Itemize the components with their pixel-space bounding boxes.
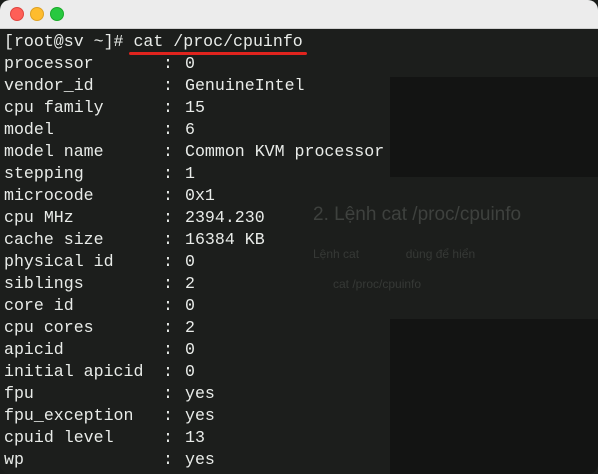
cpuinfo-key: cpu family bbox=[4, 98, 104, 117]
close-window-button[interactable] bbox=[10, 7, 24, 21]
terminal-window: 2. Lệnh cat /proc/cpuinfo Lệnh cat dùng … bbox=[0, 0, 598, 474]
colon-separator: : bbox=[163, 120, 173, 139]
colon-separator: : bbox=[163, 362, 173, 381]
colon-separator: : bbox=[163, 98, 173, 117]
colon-separator: : bbox=[163, 142, 173, 161]
command-text: cat /proc/cpuinfo bbox=[133, 32, 303, 51]
cpuinfo-key: initial apicid bbox=[4, 362, 144, 381]
cpuinfo-row: model:6 bbox=[4, 119, 384, 141]
colon-separator: : bbox=[163, 450, 173, 469]
cpuinfo-rows: processor:0 vendor_id: GenuineIntel cpu fam… bbox=[4, 53, 384, 471]
cpuinfo-row: processor:0 bbox=[4, 53, 384, 75]
cpuinfo-value: 0 bbox=[185, 252, 195, 271]
terminal-lines: [root@sv ~]# cat /proc/cpuinfo processor… bbox=[4, 31, 384, 471]
colon-separator: : bbox=[163, 76, 173, 95]
cpuinfo-row: fpu_exception: yes bbox=[4, 405, 384, 427]
cpuinfo-row: cpu MHz:2394.230 bbox=[4, 207, 384, 229]
colon-separator: : bbox=[163, 230, 173, 249]
cpuinfo-key: fpu_exception bbox=[4, 406, 134, 425]
cpuinfo-value: yes bbox=[185, 384, 215, 403]
cpuinfo-row: siblings:2 bbox=[4, 273, 384, 295]
cpuinfo-row: core id:0 bbox=[4, 295, 384, 317]
cpuinfo-key: model name bbox=[4, 142, 104, 161]
shell-prompt: [root@sv ~]# bbox=[4, 32, 134, 51]
cpuinfo-value: 6 bbox=[185, 120, 195, 139]
cpuinfo-value: yes bbox=[185, 450, 215, 469]
cpuinfo-value: 0 bbox=[185, 362, 195, 381]
minimize-window-button[interactable] bbox=[30, 7, 44, 21]
cpuinfo-row: cache size:16384 KB bbox=[4, 229, 384, 251]
colon-separator: : bbox=[163, 164, 173, 183]
cpuinfo-row: wp: yes bbox=[4, 449, 384, 471]
cpuinfo-key: cpu cores bbox=[4, 318, 94, 337]
colon-separator: : bbox=[163, 340, 173, 359]
cpuinfo-value: 15 bbox=[185, 98, 205, 117]
cpuinfo-value: 0x1 bbox=[185, 186, 215, 205]
cpuinfo-row: initial apicid:0 bbox=[4, 361, 384, 383]
cpuinfo-key: cpu MHz bbox=[4, 208, 74, 227]
cpuinfo-key: fpu bbox=[4, 384, 34, 403]
colon-separator: : bbox=[163, 252, 173, 271]
cpuinfo-row: model name: Common KVM processor bbox=[4, 141, 384, 163]
prompt-line: [root@sv ~]# cat /proc/cpuinfo bbox=[4, 31, 384, 55]
cpuinfo-row: apicid:0 bbox=[4, 339, 384, 361]
cpuinfo-value: 2 bbox=[185, 274, 195, 293]
colon-separator: : bbox=[163, 406, 173, 425]
terminal-output[interactable]: 2. Lệnh cat /proc/cpuinfo Lệnh cat dùng … bbox=[0, 29, 598, 474]
cpuinfo-key: siblings bbox=[4, 274, 84, 293]
cpuinfo-row: cpu family:15 bbox=[4, 97, 384, 119]
colon-separator: : bbox=[163, 384, 173, 403]
cpuinfo-key: microcode bbox=[4, 186, 94, 205]
cpuinfo-value: 13 bbox=[185, 428, 205, 447]
cpuinfo-row: stepping:1 bbox=[4, 163, 384, 185]
colon-separator: : bbox=[163, 428, 173, 447]
cpuinfo-key: cache size bbox=[4, 230, 104, 249]
cpuinfo-value: 16384 KB bbox=[185, 230, 265, 249]
cpuinfo-value: 0 bbox=[185, 54, 195, 73]
colon-separator: : bbox=[163, 274, 173, 293]
cpuinfo-row: fpu: yes bbox=[4, 383, 384, 405]
colon-separator: : bbox=[163, 186, 173, 205]
cpuinfo-row: physical id:0 bbox=[4, 251, 384, 273]
typed-command: cat /proc/cpuinfo bbox=[129, 31, 307, 55]
cpuinfo-row: cpu cores:2 bbox=[4, 317, 384, 339]
cpuinfo-value: GenuineIntel bbox=[185, 76, 305, 95]
cpuinfo-key: stepping bbox=[4, 164, 84, 183]
cpuinfo-value: 1 bbox=[185, 164, 195, 183]
colon-separator: : bbox=[163, 54, 173, 73]
cpuinfo-key: physical id bbox=[4, 252, 114, 271]
cpuinfo-key: wp bbox=[4, 450, 24, 469]
cpuinfo-value: Common KVM processor bbox=[185, 142, 385, 161]
cpuinfo-row: cpuid level:13 bbox=[4, 427, 384, 449]
colon-separator: : bbox=[163, 318, 173, 337]
cpuinfo-key: cpuid level bbox=[4, 428, 114, 447]
cpuinfo-key: processor bbox=[4, 54, 94, 73]
red-underline-highlight bbox=[129, 52, 307, 55]
cpuinfo-value: 2 bbox=[185, 318, 195, 337]
title-bar bbox=[0, 0, 598, 29]
maximize-window-button[interactable] bbox=[50, 7, 64, 21]
cpuinfo-value: 2394.230 bbox=[185, 208, 265, 227]
colon-separator: : bbox=[163, 208, 173, 227]
cpuinfo-key: model bbox=[4, 120, 54, 139]
cpuinfo-row: vendor_id: GenuineIntel bbox=[4, 75, 384, 97]
cpuinfo-key: core id bbox=[4, 296, 74, 315]
colon-separator: : bbox=[163, 296, 173, 315]
cpuinfo-row: microcode:0x1 bbox=[4, 185, 384, 207]
cpuinfo-key: apicid bbox=[4, 340, 64, 359]
cpuinfo-value: 0 bbox=[185, 296, 195, 315]
cpuinfo-value: 0 bbox=[185, 340, 195, 359]
cpuinfo-value: yes bbox=[185, 406, 215, 425]
cpuinfo-key: vendor_id bbox=[4, 76, 94, 95]
